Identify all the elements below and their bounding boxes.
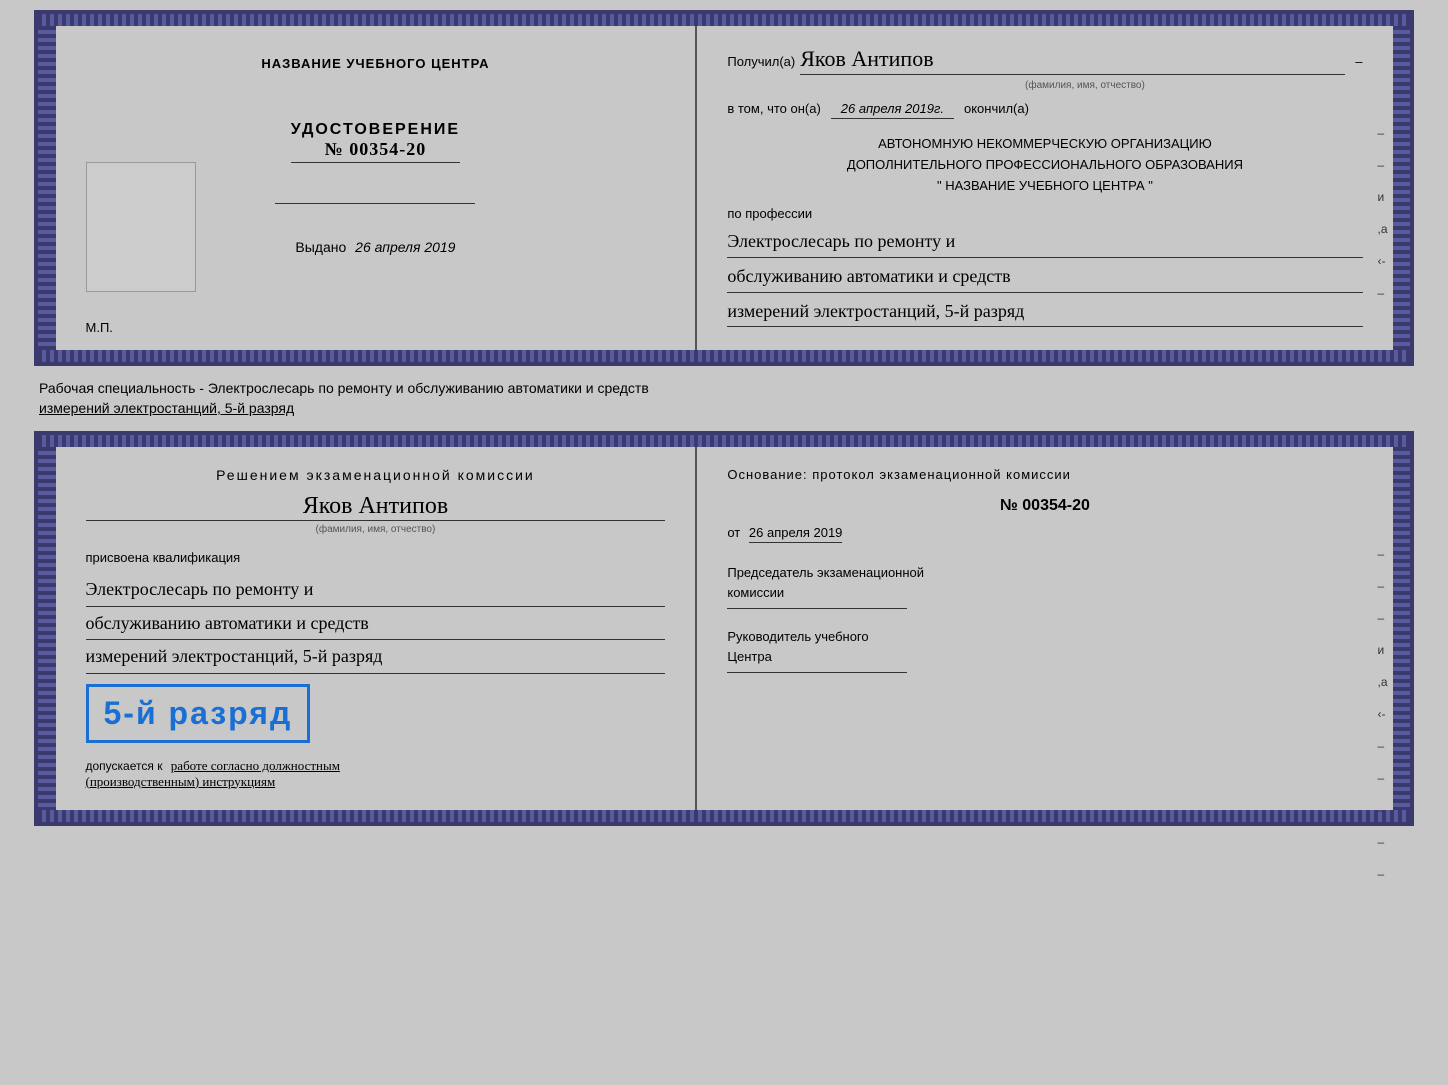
cert-label: УДОСТОВЕРЕНИЕ <box>291 121 460 139</box>
admitted-cursive2: (производственным) инструкциям <box>86 774 666 790</box>
dash1: – <box>1378 126 1388 140</box>
mp-label: М.П. <box>86 320 113 335</box>
chair-signature-line <box>727 608 907 609</box>
dash4: ,а <box>1378 222 1388 236</box>
from-date: от 26 апреля 2019 <box>727 525 1362 540</box>
org-line3: " НАЗВАНИЕ УЧЕБНОГО ЦЕНТРА " <box>727 176 1362 197</box>
org-line2: ДОПОЛНИТЕЛЬНОГО ПРОФЕССИОНАЛЬНОГО ОБРАЗО… <box>727 155 1362 176</box>
from-prefix: от <box>727 525 740 540</box>
fio-label: (фамилия, имя, отчество) <box>86 524 666 535</box>
issued-value: 26 апреля 2019 <box>355 239 455 255</box>
dash5: ‹- <box>1378 254 1388 268</box>
qual-line2: обслуживанию автоматики и средств <box>86 607 666 640</box>
bottom-right-page: Основание: протокол экзаменационной коми… <box>697 447 1392 809</box>
qualification-label: присвоена квалификация <box>86 550 666 565</box>
basis-title: Основание: протокол экзаменационной коми… <box>727 467 1362 482</box>
cert-section: УДОСТОВЕРЕНИЕ № 00354-20 <box>291 121 460 163</box>
right-side-marks-bottom: – – – и ,а ‹- – – – – – <box>1378 547 1388 881</box>
org-line1: АВТОНОМНУЮ НЕКОММЕРЧЕСКУЮ ОРГАНИЗАЦИЮ <box>727 134 1362 155</box>
issued-date: Выдано 26 апреля 2019 <box>295 239 455 255</box>
cert-number: № 00354-20 <box>291 139 460 163</box>
profession-label: по профессии <box>727 206 1362 221</box>
protocol-number: № 00354-20 <box>727 497 1362 515</box>
recipient-line: Получил(а) Яков Антипов – <box>727 46 1362 75</box>
in-that-date: 26 апреля 2019г. <box>831 101 954 119</box>
dash3: и <box>1378 190 1388 204</box>
dash6: – <box>1378 286 1388 300</box>
school-name-top: НАЗВАНИЕ УЧЕБНОГО ЦЕНТРА <box>261 56 489 71</box>
grade-text: 5-й разряд <box>104 695 293 731</box>
org-block: АВТОНОМНУЮ НЕКОММЕРЧЕСКУЮ ОРГАНИЗАЦИЮ ДО… <box>727 134 1362 196</box>
admitted-prefix: допускается к <box>86 759 163 773</box>
profession-line3: измерений электростанций, 5-й разряд <box>727 296 1362 328</box>
commission-chair-line1: Председатель экзаменационной <box>727 565 1362 580</box>
commission-chair-line2: комиссии <box>727 585 1362 600</box>
recipient-name: Яков Антипов <box>800 46 1345 75</box>
qual-line3: измерений электростанций, 5-й разряд <box>86 640 666 673</box>
between-line1: Рабочая специальность - Электрослесарь п… <box>39 379 1409 399</box>
grade-box: 5-й разряд <box>86 684 311 743</box>
admitted-line: допускается к работе согласно должностны… <box>86 758 666 774</box>
profession-line1: Электрослесарь по ремонту и <box>727 226 1362 258</box>
decision-title: Решением экзаменационной комиссии <box>86 467 666 483</box>
between-text-block: Рабочая специальность - Электрослесарь п… <box>34 374 1414 423</box>
director-label2: Центра <box>727 649 1362 664</box>
qual-line1: Электрослесарь по ремонту и <box>86 573 666 606</box>
in-that-prefix: в том, что он(а) <box>727 101 820 116</box>
admitted-cursive: работе согласно должностным <box>171 758 340 773</box>
in-that-line: в том, что он(а) 26 апреля 2019г. окончи… <box>727 101 1362 119</box>
between-line2: измерений электростанций, 5-й разряд <box>39 399 1409 419</box>
profession-line2: обслуживанию автоматики и средств <box>727 261 1362 293</box>
from-date-value: 26 апреля 2019 <box>749 525 843 543</box>
director-signature-line <box>727 672 907 673</box>
person-name: Яков Антипов <box>86 493 666 521</box>
director-label1: Руководитель учебного <box>727 629 1362 644</box>
bottom-left-page: Решением экзаменационной комиссии Яков А… <box>56 447 698 809</box>
right-side-marks: – – и ,а ‹- – <box>1378 126 1388 300</box>
top-left-page: НАЗВАНИЕ УЧЕБНОГО ЦЕНТРА УДОСТОВЕРЕНИЕ №… <box>56 26 698 350</box>
issued-label: Выдано <box>295 239 346 255</box>
photo-placeholder <box>86 162 196 292</box>
recipient-prefix: Получил(а) <box>727 54 795 69</box>
recipient-sublabel: (фамилия, имя, отчество) <box>807 80 1362 91</box>
in-that-suffix: окончил(а) <box>964 101 1029 116</box>
top-right-page: Получил(а) Яков Антипов – (фамилия, имя,… <box>697 26 1392 350</box>
dash2: – <box>1378 158 1388 172</box>
